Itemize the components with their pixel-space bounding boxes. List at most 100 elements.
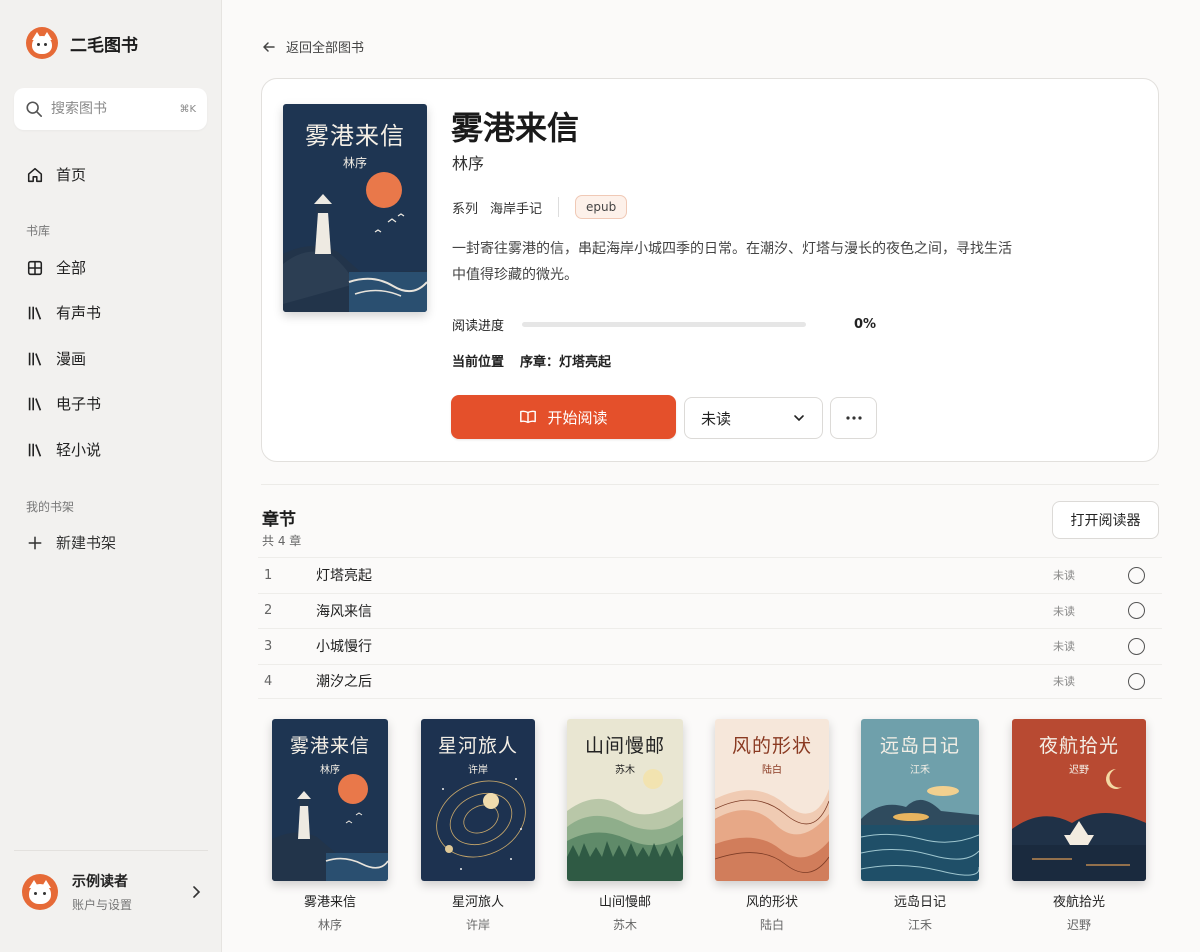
- chevron-down-icon: [794, 415, 804, 422]
- more-options-button[interactable]: [830, 397, 877, 439]
- nav-light-novels[interactable]: 轻小说: [26, 439, 101, 460]
- cover-title: 夜航拾光: [1038, 735, 1119, 757]
- search-input[interactable]: [51, 101, 171, 117]
- chapter-status: 未读: [1053, 604, 1075, 618]
- chapter-list: 1 灯塔亮起 未读 2 海风来信 未读 3 小城慢行 未读 4 潮汐之后 未读: [258, 557, 1162, 699]
- book-cover: 雾港来信 林序: [283, 104, 427, 312]
- nav-all[interactable]: 全部: [26, 257, 86, 278]
- chevron-right-icon: [193, 886, 201, 898]
- user-subtitle: 账户与设置: [72, 898, 133, 912]
- shelf-book-title: 风的形状: [745, 895, 798, 910]
- cover-author: 江禾: [910, 765, 930, 776]
- position-label: 当前位置: [452, 355, 505, 370]
- library-books-icon: [28, 397, 42, 411]
- shelf-book-cover: 远岛日记 江禾: [861, 719, 979, 881]
- shelf-book[interactable]: 远岛日记 江禾 远岛日记 江禾: [850, 719, 990, 933]
- brand[interactable]: 二毛图书: [26, 27, 138, 59]
- back-link[interactable]: 返回全部图书: [262, 37, 364, 56]
- open-reader-button[interactable]: 打开阅读器: [1052, 501, 1159, 539]
- sidebar: 二毛图书 ⌘K 首页 书库 全部 有声书 漫画 电子书 轻小说 我的书架 新建书…: [0, 0, 222, 952]
- chapter-row[interactable]: 3 小城慢行 未读: [258, 628, 1162, 664]
- nav-ebooks-label: 电子书: [56, 395, 102, 413]
- library-books-icon: [28, 352, 42, 366]
- chapter-number: 4: [264, 673, 273, 689]
- chapter-row[interactable]: 1 灯塔亮起 未读: [258, 557, 1162, 593]
- chapter-name: 潮汐之后: [316, 674, 372, 691]
- chapter-name: 海风来信: [316, 603, 372, 620]
- shelf-book[interactable]: 山间慢邮 苏木 山间慢邮 苏木: [555, 719, 695, 933]
- nav-home-label: 首页: [56, 166, 87, 184]
- plus-icon: [28, 536, 42, 549]
- search-box[interactable]: ⌘K: [14, 88, 207, 130]
- chapter-row[interactable]: 4 潮汐之后 未读: [258, 663, 1162, 699]
- chapter-status: 未读: [1053, 675, 1075, 689]
- shelf-book-author: 迟野: [1066, 918, 1091, 932]
- chapter-read-toggle[interactable]: [1128, 637, 1145, 655]
- app-name: 二毛图书: [70, 35, 138, 56]
- series-link[interactable]: 海岸手记: [490, 198, 542, 217]
- cat-logo-icon: [26, 27, 58, 59]
- meta-divider: [558, 197, 560, 217]
- format-badge: epub: [575, 195, 628, 219]
- chapter-read-toggle[interactable]: [1128, 566, 1145, 584]
- chapters-count: 共 4 章: [262, 534, 302, 548]
- shelf-book-author: 江禾: [907, 918, 932, 932]
- nav-comics[interactable]: 漫画: [26, 348, 86, 369]
- read-status-select[interactable]: 未读: [684, 397, 823, 439]
- shelf-book-title: 山间慢邮: [598, 895, 651, 910]
- shelf-book-cover: 夜航拾光 迟野: [1012, 719, 1146, 881]
- book-author[interactable]: 林序: [452, 150, 484, 174]
- current-position: 当前位置 序章：灯塔亮起: [452, 351, 611, 370]
- cover-author: 苏木: [615, 765, 635, 776]
- progress-label: 阅读进度: [452, 319, 505, 334]
- chapter-name: 灯塔亮起: [316, 568, 372, 585]
- back-link-label: 返回全部图书: [286, 41, 365, 56]
- cover-title: 风的形状: [731, 735, 812, 757]
- book-description: 一封寄往雾港的信，串起海岸小城四季的日常。在潮汐、灯塔与漫长的夜色之间，寻找生活…: [452, 241, 1012, 283]
- reading-progress: 阅读进度 0%: [452, 315, 876, 334]
- book-meta: 系列 海岸手记 epub: [452, 195, 628, 219]
- nav-ebooks[interactable]: 电子书: [26, 393, 101, 414]
- start-reading-label: 开始阅读: [547, 408, 608, 427]
- cover-title: 雾港来信: [289, 735, 370, 757]
- chapter-number: 2: [264, 603, 273, 619]
- shelf-book[interactable]: 星河旅人 许岸 星河旅人 许岸: [408, 719, 548, 933]
- start-reading-button[interactable]: 开始阅读: [451, 395, 676, 439]
- cover-title: 山间慢邮: [584, 735, 665, 757]
- shelf-book[interactable]: 风的形状 陆白 风的形状 陆白: [702, 719, 842, 933]
- cover-author: 迟野: [1069, 765, 1089, 776]
- read-status-value: 未读: [701, 409, 732, 428]
- chapter-row[interactable]: 2 海风来信 未读: [258, 592, 1162, 629]
- library-section-label: 书库: [26, 224, 51, 238]
- shelf-book[interactable]: 夜航拾光 迟野 夜航拾光 迟野: [1009, 719, 1149, 933]
- search-icon: [26, 101, 43, 118]
- cover-author: 陆白: [762, 765, 782, 776]
- shelf-book-title: 星河旅人: [451, 895, 504, 910]
- nav-audiobooks[interactable]: 有声书: [26, 302, 101, 323]
- chapters-title: 章节: [262, 510, 296, 530]
- shelf-book-title: 远岛日记: [893, 895, 946, 910]
- shelf-book-cover: 雾港来信 林序: [272, 719, 388, 881]
- home-icon: [27, 167, 43, 182]
- nav-comics-label: 漫画: [56, 350, 87, 368]
- nav-all-label: 全部: [56, 259, 87, 277]
- chapter-status: 未读: [1053, 640, 1075, 654]
- open-book-icon: [520, 410, 537, 424]
- shelf-book-title: 雾港来信: [303, 895, 356, 910]
- chapter-name: 小城慢行: [316, 639, 372, 656]
- user-account[interactable]: 示例读者 账户与设置: [14, 850, 208, 913]
- shelf-book-author: 许岸: [465, 918, 490, 932]
- user-name: 示例读者: [72, 874, 128, 890]
- chapter-read-toggle[interactable]: [1128, 602, 1145, 620]
- shelf-book-cover: 星河旅人 许岸: [421, 719, 535, 881]
- chapter-read-toggle[interactable]: [1128, 672, 1145, 690]
- chapter-number: 3: [264, 638, 273, 654]
- library-books-icon: [28, 306, 42, 320]
- shelves-section-label: 我的书架: [26, 500, 75, 514]
- search-shortcut: ⌘K: [179, 103, 196, 115]
- library-books-icon: [28, 443, 42, 457]
- shelf-book[interactable]: 雾港来信 林序 雾港来信 林序: [260, 719, 400, 933]
- nav-home[interactable]: 首页: [26, 164, 86, 185]
- new-shelf-button[interactable]: 新建书架: [26, 532, 116, 553]
- nav-light-novels-label: 轻小说: [56, 441, 102, 459]
